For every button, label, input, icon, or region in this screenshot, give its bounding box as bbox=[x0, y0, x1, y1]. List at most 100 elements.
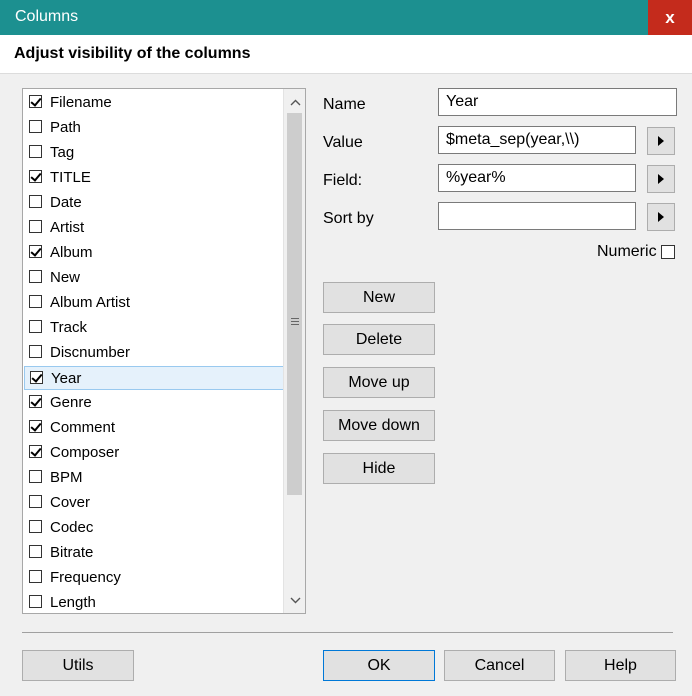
checkbox-unchecked-icon[interactable] bbox=[29, 145, 42, 158]
close-button[interactable]: x bbox=[648, 0, 692, 35]
name-field[interactable]: Year bbox=[438, 88, 677, 116]
checkbox-unchecked-icon[interactable] bbox=[29, 470, 42, 483]
checkbox-checked-icon[interactable] bbox=[29, 170, 42, 183]
scroll-down-arrow-icon[interactable] bbox=[284, 589, 305, 611]
columns-listbox[interactable]: Filename Path Tag TITLE Date Artist Album New Al… bbox=[22, 88, 306, 614]
header-text: Adjust visibility of the columns bbox=[14, 45, 251, 62]
list-item[interactable]: Tag bbox=[24, 141, 284, 165]
list-item[interactable]: Year bbox=[24, 366, 284, 390]
checkbox-checked-icon[interactable] bbox=[29, 420, 42, 433]
checkbox-unchecked-icon[interactable] bbox=[29, 220, 42, 233]
list-item[interactable]: New bbox=[24, 266, 284, 290]
list-item[interactable]: Cover bbox=[24, 491, 284, 515]
value-field[interactable]: $meta_sep(year,\\) bbox=[438, 126, 636, 154]
checkbox-unchecked-icon[interactable] bbox=[29, 295, 42, 308]
list-item-label: Track bbox=[50, 319, 87, 336]
list-item-label: Composer bbox=[50, 444, 120, 461]
list-item-label: BPM bbox=[50, 469, 83, 486]
list-item-label: New bbox=[50, 269, 81, 286]
hide-button[interactable]: Hide bbox=[323, 453, 435, 484]
checkbox-unchecked-icon[interactable] bbox=[29, 570, 42, 583]
checkbox-unchecked-icon[interactable] bbox=[29, 320, 42, 333]
list-item-label: Filename bbox=[50, 94, 112, 111]
utils-button[interactable]: Utils bbox=[22, 650, 134, 681]
cancel-button[interactable]: Cancel bbox=[444, 650, 555, 681]
scroll-up-arrow-icon[interactable] bbox=[284, 91, 305, 113]
list-item[interactable]: Genre bbox=[24, 391, 284, 415]
checkbox-checked-icon[interactable] bbox=[29, 395, 42, 408]
list-item-label: Bitrate bbox=[50, 544, 94, 561]
checkbox-checked-icon[interactable] bbox=[30, 371, 43, 384]
list-item-label: Discnumber bbox=[50, 344, 131, 361]
checkbox-unchecked-icon[interactable] bbox=[29, 120, 42, 133]
scroll-thumb[interactable] bbox=[287, 113, 302, 495]
grip-icon bbox=[291, 318, 299, 327]
list-item[interactable]: Bitrate bbox=[24, 541, 284, 565]
checkbox-checked-icon[interactable] bbox=[29, 245, 42, 258]
list-item[interactable]: Album bbox=[24, 241, 284, 265]
value-label: Value bbox=[323, 134, 363, 151]
sortby-field[interactable] bbox=[438, 202, 636, 230]
list-item[interactable]: Discnumber bbox=[24, 341, 284, 365]
list-item-label: Year bbox=[51, 370, 82, 387]
list-item-label: Artist bbox=[50, 219, 85, 236]
numeric-label: Numeric bbox=[597, 243, 657, 260]
field-label: Field: bbox=[323, 172, 363, 189]
sortby-expand-button[interactable] bbox=[647, 203, 675, 231]
list-item[interactable]: Length bbox=[24, 591, 284, 613]
list-item-label: Date bbox=[50, 194, 82, 211]
ok-button[interactable]: OK bbox=[323, 650, 435, 681]
new-button[interactable]: New bbox=[323, 282, 435, 313]
checkbox-unchecked-icon[interactable] bbox=[29, 495, 42, 508]
list-item-label: Album Artist bbox=[50, 294, 131, 311]
list-item-label: Comment bbox=[50, 419, 116, 436]
list-item[interactable]: Artist bbox=[24, 216, 284, 240]
field-field[interactable]: %year% bbox=[438, 164, 636, 192]
list-item[interactable]: TITLE bbox=[24, 166, 284, 190]
list-item[interactable]: Filename bbox=[24, 91, 284, 115]
list-item[interactable]: Path bbox=[24, 116, 284, 140]
name-label: Name bbox=[323, 96, 366, 113]
window-title: Columns bbox=[15, 8, 79, 25]
list-item-label: Length bbox=[50, 594, 96, 611]
list-item[interactable]: Track bbox=[24, 316, 284, 340]
help-button[interactable]: Help bbox=[565, 650, 676, 681]
checkbox-unchecked-icon[interactable] bbox=[29, 270, 42, 283]
checkbox-unchecked-icon[interactable] bbox=[29, 520, 42, 533]
sortby-label: Sort by bbox=[323, 210, 374, 227]
field-expand-button[interactable] bbox=[647, 165, 675, 193]
checkbox-unchecked-icon[interactable] bbox=[29, 545, 42, 558]
value-expand-button[interactable] bbox=[647, 127, 675, 155]
checkbox-unchecked-icon[interactable] bbox=[29, 595, 42, 608]
move-up-button[interactable]: Move up bbox=[323, 367, 435, 398]
delete-button[interactable]: Delete bbox=[323, 324, 435, 355]
checkbox-unchecked-icon[interactable] bbox=[29, 345, 42, 358]
list-item-label: Frequency bbox=[50, 569, 121, 586]
footer-divider bbox=[22, 632, 673, 633]
play-arrow-icon bbox=[658, 174, 664, 184]
list-item[interactable]: Composer bbox=[24, 441, 284, 465]
checkbox-checked-icon[interactable] bbox=[29, 445, 42, 458]
list-item-label: Tag bbox=[50, 144, 75, 161]
list-item[interactable]: Codec bbox=[24, 516, 284, 540]
checkbox-unchecked-icon[interactable] bbox=[29, 195, 42, 208]
list-item-label: Album bbox=[50, 244, 93, 261]
list-item-label: TITLE bbox=[50, 169, 91, 186]
list-item-label: Genre bbox=[50, 394, 92, 411]
play-arrow-icon bbox=[658, 136, 664, 146]
title-bar: Columns x bbox=[0, 0, 692, 35]
checkbox-checked-icon[interactable] bbox=[29, 95, 42, 108]
list-scrollbar[interactable] bbox=[283, 89, 305, 613]
dialog-header: Adjust visibility of the columns bbox=[0, 35, 692, 74]
list-item[interactable]: Album Artist bbox=[24, 291, 284, 315]
list-item[interactable]: BPM bbox=[24, 466, 284, 490]
list-item[interactable]: Frequency bbox=[24, 566, 284, 590]
play-arrow-icon bbox=[658, 212, 664, 222]
list-item-label: Cover bbox=[50, 494, 91, 511]
list-item[interactable]: Date bbox=[24, 191, 284, 215]
list-item-label: Codec bbox=[50, 519, 94, 536]
numeric-checkbox[interactable] bbox=[661, 245, 675, 259]
move-down-button[interactable]: Move down bbox=[323, 410, 435, 441]
list-item-label: Path bbox=[50, 119, 81, 136]
list-item[interactable]: Comment bbox=[24, 416, 284, 440]
